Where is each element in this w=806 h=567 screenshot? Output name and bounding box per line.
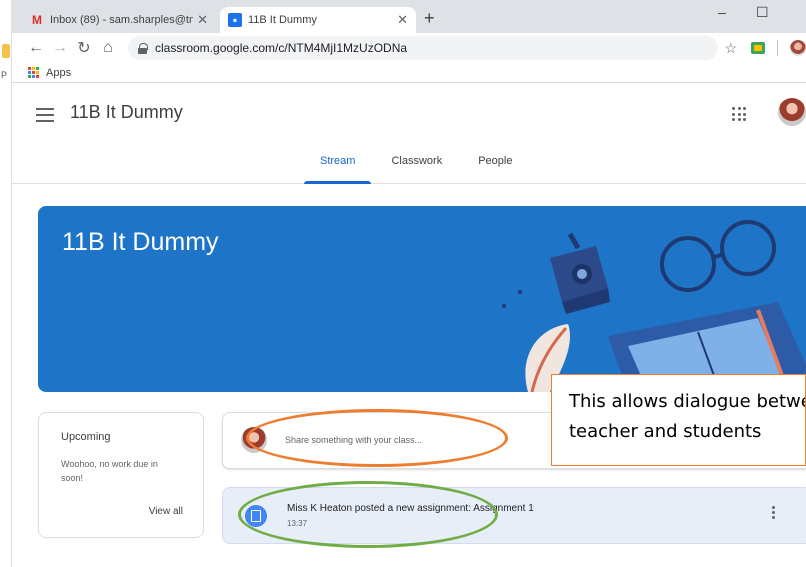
lock-icon bbox=[138, 43, 148, 54]
gmail-icon: M bbox=[32, 13, 42, 27]
tab-classroom[interactable]: ▪ 11B It Dummy ✕ bbox=[220, 7, 416, 33]
page-title: 11B It Dummy bbox=[70, 102, 183, 122]
profile-avatar[interactable] bbox=[790, 40, 806, 56]
tab-gmail[interactable]: M Inbox (89) - sam.sharples@tmha ✕ bbox=[22, 7, 216, 33]
avatar[interactable] bbox=[778, 98, 806, 126]
classroom-icon: ▪ bbox=[228, 13, 242, 27]
google-apps-icon[interactable] bbox=[732, 107, 746, 121]
bookmarks-bar: Apps bbox=[12, 63, 806, 83]
upcoming-message: Woohoo, no work due in soon! bbox=[61, 459, 158, 483]
view-all-link[interactable]: View all bbox=[149, 506, 183, 517]
green-highlight-ellipse bbox=[238, 481, 498, 548]
apps-bookmark[interactable]: Apps bbox=[46, 67, 71, 79]
annotation-callout: This allows dialogue between teacher and… bbox=[551, 374, 806, 466]
bookmark-star-icon[interactable]: ☆ bbox=[724, 40, 737, 57]
callout-line-2: teacher and students bbox=[569, 421, 762, 442]
classroom-header: 11B It Dummy Stream Classwork People bbox=[12, 84, 806, 184]
home-icon[interactable]: ⌂ bbox=[96, 39, 120, 57]
tab-title: 11B It Dummy bbox=[248, 14, 317, 26]
orange-highlight-ellipse bbox=[246, 409, 508, 467]
folder-icon bbox=[2, 44, 10, 58]
url-text: classroom.google.com/c/NTM4MjI1MzUzODNa bbox=[155, 41, 408, 55]
upcoming-title: Upcoming bbox=[61, 431, 111, 443]
forward-arrow-icon[interactable]: → bbox=[48, 39, 72, 57]
browser-toolbar: ← → ↻ ⌂ classroom.google.com/c/NTM4MjI1M… bbox=[12, 33, 806, 63]
banner-illustration bbox=[502, 220, 806, 392]
maximize-icon[interactable]: ☐ bbox=[756, 4, 769, 21]
tab-stream[interactable]: Stream bbox=[302, 144, 373, 184]
left-edge-letter: P bbox=[1, 70, 8, 80]
left-window-edge: P bbox=[0, 0, 12, 567]
apps-grid-icon[interactable] bbox=[28, 66, 40, 79]
tab-people[interactable]: People bbox=[460, 144, 530, 184]
upcoming-card: Upcoming Woohoo, no work due in soon! Vi… bbox=[38, 412, 204, 538]
reload-icon[interactable]: ↻ bbox=[72, 38, 96, 58]
banner-title: 11B It Dummy bbox=[62, 228, 219, 256]
tab-classwork[interactable]: Classwork bbox=[373, 144, 460, 184]
class-banner: 11B It Dummy bbox=[38, 206, 806, 392]
new-tab-button[interactable]: + bbox=[424, 8, 435, 29]
extension-icon[interactable] bbox=[751, 42, 765, 54]
class-tabs: Stream Classwork People bbox=[302, 144, 530, 184]
toolbar-divider bbox=[777, 40, 778, 56]
browser-tab-strip: M Inbox (89) - sam.sharples@tmha ✕ ▪ 11B… bbox=[12, 0, 806, 33]
close-icon[interactable]: ✕ bbox=[397, 12, 408, 28]
tab-title: Inbox (89) - sam.sharples@tmha bbox=[50, 14, 193, 26]
callout-line-1: This allows dialogue between bbox=[569, 391, 805, 412]
address-bar[interactable]: classroom.google.com/c/NTM4MjI1MzUzODNa bbox=[128, 36, 718, 60]
back-arrow-icon[interactable]: ← bbox=[24, 39, 48, 57]
more-options-icon[interactable] bbox=[772, 506, 775, 519]
close-icon[interactable]: ✕ bbox=[197, 12, 208, 28]
menu-icon[interactable] bbox=[36, 108, 54, 122]
minimize-icon[interactable]: – bbox=[718, 4, 726, 20]
